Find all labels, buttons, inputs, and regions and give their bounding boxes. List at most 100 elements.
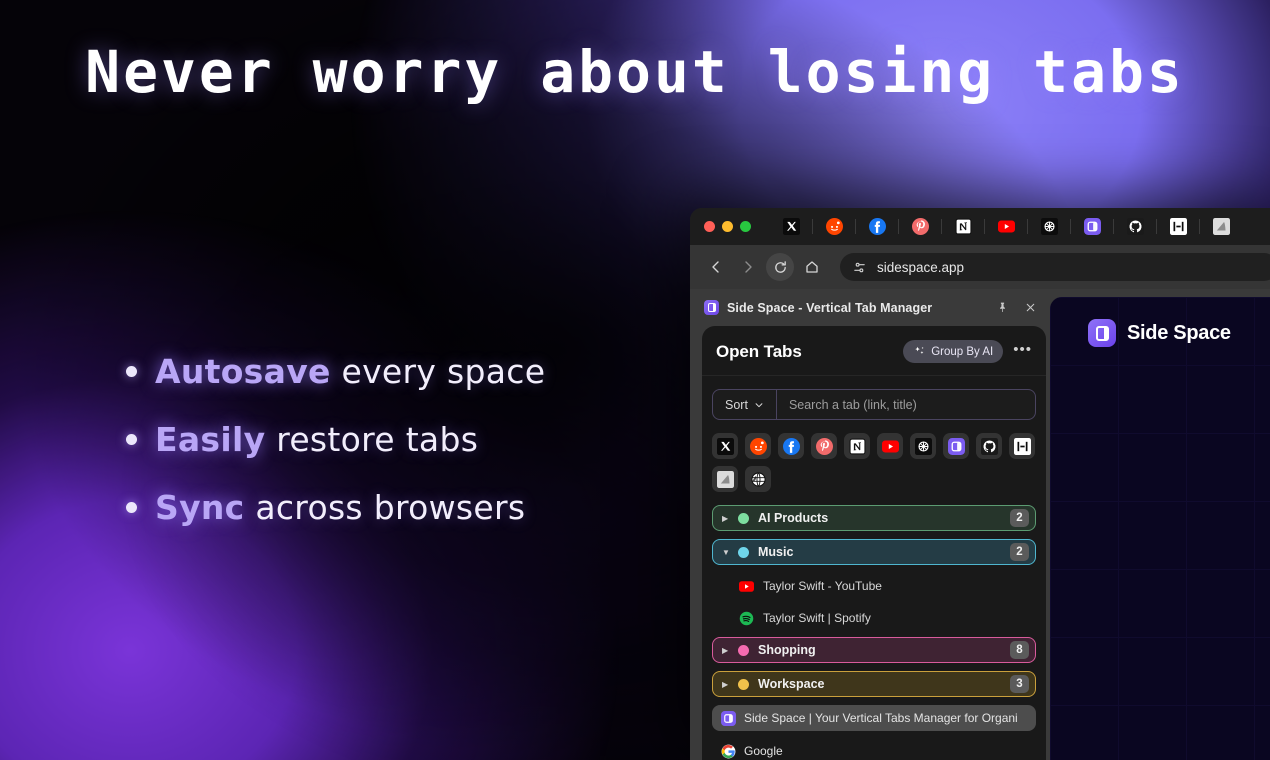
browser-tab-hugging-face[interactable] bbox=[1035, 218, 1063, 235]
favicon-hugging-face[interactable] bbox=[910, 433, 936, 459]
tab-list-item[interactable]: Taylor Swift | Spotify bbox=[712, 605, 1036, 631]
window-controls[interactable] bbox=[704, 221, 751, 232]
favicon-reddit[interactable] bbox=[745, 433, 771, 459]
forward-button[interactable] bbox=[734, 253, 762, 281]
group-count: 8 bbox=[1010, 641, 1029, 659]
favicon-youtube[interactable] bbox=[877, 433, 903, 459]
browser-tab-facebook[interactable] bbox=[863, 218, 891, 235]
favicon-google bbox=[721, 744, 736, 759]
chevron-down-icon[interactable]: ▼ bbox=[722, 548, 730, 557]
search-row: Sort bbox=[712, 389, 1036, 420]
close-window-button[interactable] bbox=[704, 221, 715, 232]
side-space-logo-icon bbox=[1088, 319, 1116, 347]
chevron-right-icon[interactable]: ▶ bbox=[722, 680, 729, 689]
extension-header: Side Space - Vertical Tab Manager bbox=[690, 289, 1050, 326]
feature-rest: across browsers bbox=[255, 488, 526, 527]
browser-window: sidespace.app Side Space - Vertical Tab … bbox=[690, 208, 1270, 760]
feature-rest: every space bbox=[330, 352, 546, 391]
feature-highlight: Autosave bbox=[155, 352, 331, 391]
more-menu-button[interactable]: ••• bbox=[1011, 341, 1034, 363]
group-by-ai-label: Group By AI bbox=[931, 345, 994, 358]
tab-separator bbox=[941, 219, 942, 234]
tab-separator bbox=[898, 219, 899, 234]
favicon-side-space bbox=[721, 710, 736, 726]
tab-group-workspace[interactable]: ▶ Workspace 3 bbox=[712, 671, 1036, 697]
favicon-github[interactable] bbox=[976, 433, 1002, 459]
pin-icon[interactable] bbox=[992, 298, 1012, 318]
group-color-dot bbox=[738, 546, 749, 558]
list-item: Easily restore tabs bbox=[126, 420, 726, 459]
favicon-side-space[interactable] bbox=[943, 433, 969, 459]
extension-title: Side Space - Vertical Tab Manager bbox=[727, 300, 933, 315]
browser-tab-github[interactable] bbox=[1121, 218, 1149, 235]
address-bar[interactable]: sidespace.app bbox=[840, 253, 1270, 281]
favicon-spotify bbox=[739, 611, 754, 626]
favicon-indie-hackers[interactable] bbox=[1009, 433, 1035, 459]
group-count: 2 bbox=[1010, 543, 1029, 561]
panel-title: Open Tabs bbox=[716, 341, 802, 361]
maximize-window-button[interactable] bbox=[740, 221, 751, 232]
group-name: Music bbox=[758, 545, 794, 559]
close-icon[interactable] bbox=[1020, 298, 1040, 318]
feature-highlight: Sync bbox=[155, 488, 245, 527]
group-name: AI Products bbox=[758, 511, 829, 525]
side-space-logo-icon bbox=[704, 300, 719, 315]
tab-list-item[interactable]: Taylor Swift - YouTube bbox=[712, 573, 1036, 599]
minimize-window-button[interactable] bbox=[722, 221, 733, 232]
reload-button[interactable] bbox=[766, 253, 794, 281]
browser-tab-x-twitter[interactable] bbox=[777, 218, 805, 235]
tab-separator bbox=[984, 219, 985, 234]
feature-list: Autosave every space Easily restore tabs… bbox=[126, 352, 726, 556]
sort-label: Sort bbox=[725, 397, 748, 412]
chevron-right-icon[interactable]: ▶ bbox=[722, 514, 729, 523]
browser-tab-youtube[interactable] bbox=[992, 218, 1020, 235]
home-button[interactable] bbox=[798, 253, 826, 281]
browser-tab-strip bbox=[690, 208, 1270, 245]
search-input[interactable] bbox=[776, 390, 1035, 419]
sort-dropdown[interactable]: Sort bbox=[713, 390, 777, 419]
group-color-dot bbox=[738, 678, 749, 690]
browser-tab-side-space[interactable] bbox=[1078, 218, 1106, 235]
back-button[interactable] bbox=[702, 253, 730, 281]
favicon-x-twitter[interactable] bbox=[712, 433, 738, 459]
browser-tab-reddit[interactable] bbox=[820, 218, 848, 235]
browser-tab-generic-gray[interactable] bbox=[1207, 218, 1235, 235]
brand-name: Side Space bbox=[1127, 321, 1231, 344]
group-by-ai-button[interactable]: Group By AI bbox=[903, 340, 1004, 363]
group-name: Shopping bbox=[758, 643, 816, 657]
browser-body: Side Space - Vertical Tab Manager Open T… bbox=[690, 289, 1270, 760]
tab-separator bbox=[1156, 219, 1157, 234]
favicon-pinterest[interactable] bbox=[811, 433, 837, 459]
page-content: Side Space bbox=[1050, 297, 1270, 760]
sparkles-icon bbox=[913, 345, 926, 358]
favicon-globe[interactable] bbox=[745, 466, 771, 492]
tab-list-item[interactable]: Google bbox=[712, 738, 1036, 760]
tab-group-ai-products[interactable]: ▶ AI Products 2 bbox=[712, 505, 1036, 531]
list-item: Autosave every space bbox=[126, 352, 726, 391]
extension-sidebar: Side Space - Vertical Tab Manager Open T… bbox=[690, 289, 1050, 760]
browser-tab-indie-hackers[interactable] bbox=[1164, 218, 1192, 235]
tab-group-shopping[interactable]: ▶ Shopping 8 bbox=[712, 637, 1036, 663]
tab-group-music[interactable]: ▼ Music 2 bbox=[712, 539, 1036, 565]
group-count: 3 bbox=[1010, 675, 1029, 693]
tab-title: Google bbox=[744, 744, 783, 758]
chevron-right-icon[interactable]: ▶ bbox=[722, 646, 729, 655]
url-text: sidespace.app bbox=[877, 259, 965, 275]
favicon-shark-gray[interactable] bbox=[712, 466, 738, 492]
site-settings-icon[interactable] bbox=[852, 260, 867, 275]
favicon-notion[interactable] bbox=[844, 433, 870, 459]
tab-title: Taylor Swift - YouTube bbox=[763, 579, 882, 593]
browser-tab-pinterest[interactable] bbox=[906, 218, 934, 235]
tab-separator bbox=[1070, 219, 1071, 234]
bullet-dot-icon bbox=[126, 434, 137, 445]
chevron-down-icon bbox=[754, 400, 764, 410]
tab-list: ▶ AI Products 2 ▼ Music 2 Taylor Swift - YouTu… bbox=[702, 496, 1046, 760]
favicon-youtube bbox=[739, 579, 754, 594]
tab-separator bbox=[1199, 219, 1200, 234]
favicon-facebook[interactable] bbox=[778, 433, 804, 459]
favicon-grid bbox=[702, 420, 1046, 496]
tab-list-item[interactable]: Side Space | Your Vertical Tabs Manager … bbox=[712, 705, 1036, 731]
tab-separator bbox=[1113, 219, 1114, 234]
browser-tab-notion[interactable] bbox=[949, 218, 977, 235]
tab-separator bbox=[855, 219, 856, 234]
